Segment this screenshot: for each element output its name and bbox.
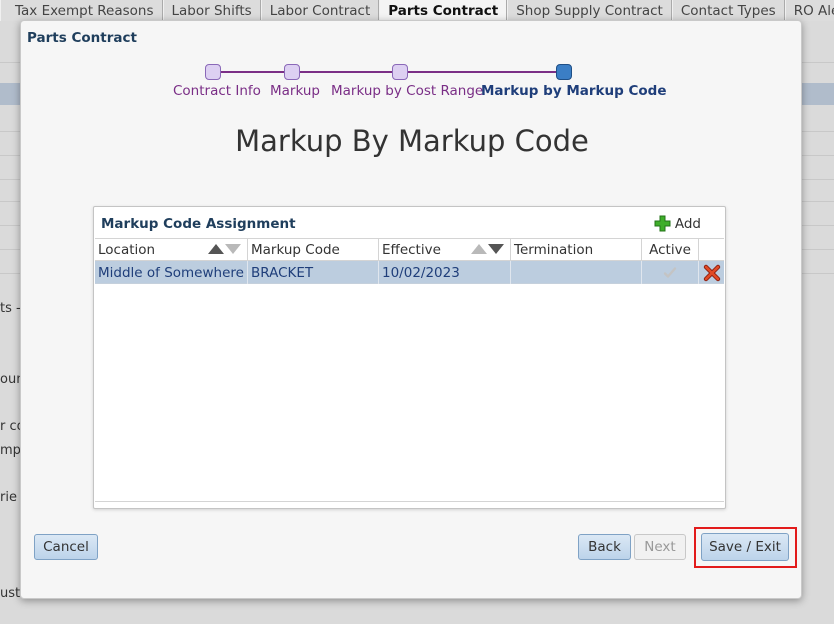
panel-title: Markup Code Assignment xyxy=(101,216,296,232)
column-header-location[interactable]: Location xyxy=(95,239,248,261)
column-label: Location xyxy=(98,242,156,258)
markup-code-table: Location Markup Code Effective Terminati… xyxy=(95,238,724,502)
delete-x-icon[interactable] xyxy=(703,264,721,282)
cell-effective[interactable]: 10/02/2023 xyxy=(379,261,511,284)
sort-descending-icon[interactable] xyxy=(488,244,504,254)
sort-arrows-icon[interactable] xyxy=(471,244,504,254)
column-header-markup-code[interactable]: Markup Code xyxy=(248,239,379,261)
back-button[interactable]: Back xyxy=(578,534,631,560)
column-label: Termination xyxy=(514,242,594,258)
train-label-contract-info[interactable]: Contract Info xyxy=(173,83,261,99)
sort-arrows-icon[interactable] xyxy=(208,244,241,254)
background-tab-bar: Tax Exempt Reasons Labor Shifts Labor Co… xyxy=(0,0,834,21)
checkbox-checked-disabled-icon xyxy=(663,266,677,278)
train-stop-markup-by-cost-range[interactable] xyxy=(392,64,408,80)
column-label: Effective xyxy=(382,242,441,258)
cell-location[interactable]: Middle of Somewhere ... xyxy=(95,261,248,284)
parts-contract-dialog: Parts Contract Contract Info Markup Mark… xyxy=(20,20,802,599)
column-label: Active xyxy=(649,242,691,258)
cell-termination[interactable] xyxy=(511,261,642,284)
next-button: Next xyxy=(634,534,686,560)
plus-icon xyxy=(654,215,671,232)
cell-delete[interactable] xyxy=(699,261,724,284)
tab-ro-alerts[interactable]: RO Alerts xyxy=(784,0,834,21)
tab-contact-types[interactable]: Contact Types xyxy=(671,0,785,21)
column-header-active[interactable]: Active xyxy=(642,239,699,261)
cell-active xyxy=(642,261,699,284)
train-stop-markup[interactable] xyxy=(284,64,300,80)
background-text-fragment: rie xyxy=(0,490,17,505)
markup-code-assignment-panel: Markup Code Assignment Add Location Mark… xyxy=(93,206,726,509)
train-label-markup-by-markup-code: Markup by Markup Code xyxy=(481,83,667,99)
tab-parts-contract[interactable]: Parts Contract xyxy=(379,0,508,21)
sort-descending-icon[interactable] xyxy=(225,244,241,254)
page-heading: Markup By Markup Code xyxy=(235,124,589,158)
add-label: Add xyxy=(674,215,701,232)
column-header-actions xyxy=(699,239,724,261)
column-label: Markup Code xyxy=(251,242,340,258)
tab-shop-supply-contract[interactable]: Shop Supply Contract xyxy=(507,0,672,21)
train-label-markup-by-cost-range[interactable]: Markup by Cost Range xyxy=(331,83,483,99)
column-header-effective[interactable]: Effective xyxy=(379,239,511,261)
tab-labor-shifts[interactable]: Labor Shifts xyxy=(162,0,261,21)
table-header: Location Markup Code Effective Terminati… xyxy=(95,239,724,261)
highlight-annotation xyxy=(694,527,797,568)
table-row[interactable]: Middle of Somewhere ... BRACKET 10/02/20… xyxy=(95,261,724,284)
column-header-termination[interactable]: Termination xyxy=(511,239,642,261)
cancel-button[interactable]: Cancel xyxy=(34,534,98,560)
tab-tax-exempt-reasons[interactable]: Tax Exempt Reasons xyxy=(0,0,163,21)
sort-ascending-icon[interactable] xyxy=(471,244,487,254)
sort-ascending-icon[interactable] xyxy=(208,244,224,254)
dialog-title: Parts Contract xyxy=(27,30,137,46)
train-stop-contract-info[interactable] xyxy=(205,64,221,80)
train-label-markup[interactable]: Markup xyxy=(270,83,320,99)
train-connector xyxy=(221,71,557,73)
add-button[interactable]: Add xyxy=(654,215,701,232)
cell-markup-code[interactable]: BRACKET xyxy=(248,261,379,284)
train-stop-markup-by-markup-code xyxy=(556,64,572,80)
background-text-fragment: ts - xyxy=(0,301,21,316)
tab-labor-contract[interactable]: Labor Contract xyxy=(260,0,380,21)
